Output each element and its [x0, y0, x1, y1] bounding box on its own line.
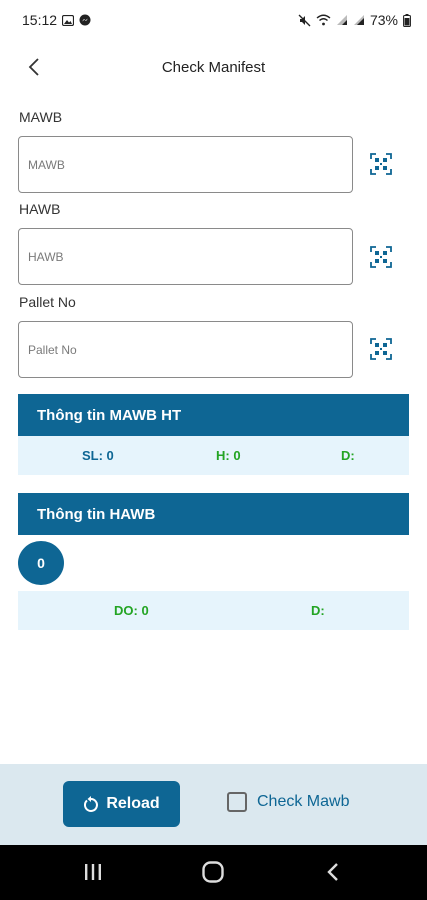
mawb-h-count: H: 0 [216, 448, 241, 463]
mawb-input-box [18, 136, 353, 193]
qr-scan-icon [370, 246, 392, 268]
hawb-count-value: 0 [37, 555, 45, 571]
pallet-input-box [18, 321, 353, 378]
mawb-d-value: D: [341, 448, 355, 463]
qr-scan-icon [370, 338, 392, 360]
chevron-left-icon [28, 58, 39, 76]
mawb-label: MAWB [19, 109, 63, 125]
mute-icon [298, 14, 311, 27]
mawb-info-header: Thông tin MAWB HT [18, 394, 409, 436]
status-left: 15:12 [22, 12, 91, 28]
pallet-label: Pallet No [19, 294, 76, 310]
hawb-info-header: Thông tin HAWB [18, 493, 409, 535]
signal-icon-2 [353, 14, 365, 26]
check-mawb-toggle[interactable]: Check Mawb [227, 792, 349, 812]
mawb-info-title: Thông tin MAWB HT [37, 406, 182, 424]
hawb-count-badge: 0 [18, 541, 64, 585]
status-bar: 15:12 73% [0, 0, 427, 40]
hawb-info-title: Thông tin HAWB [37, 505, 156, 523]
qr-scan-icon [370, 153, 392, 175]
system-nav-bar [0, 845, 427, 900]
hawb-info-row: DO: 0 D: [18, 591, 409, 630]
pallet-input[interactable] [28, 342, 352, 357]
app-bar: Check Manifest [0, 44, 427, 90]
reload-button[interactable]: Reload [63, 781, 180, 827]
gallery-icon [62, 14, 75, 26]
signal-icon [336, 14, 348, 26]
status-right: 73% [298, 12, 411, 28]
check-mawb-checkbox[interactable] [227, 792, 247, 812]
hawb-scan-button[interactable] [369, 245, 393, 269]
home-icon [202, 861, 224, 883]
mawb-sl-count: SL: 0 [82, 448, 114, 463]
back-nav-button[interactable] [321, 857, 345, 887]
hawb-input-box [18, 228, 353, 285]
back-button[interactable] [22, 54, 46, 80]
battery-percent: 73% [369, 12, 398, 28]
recent-apps-icon [85, 864, 101, 880]
status-time: 15:12 [22, 12, 58, 28]
battery-icon [403, 13, 411, 27]
mawb-scan-button[interactable] [369, 152, 393, 176]
bottom-action-bar: Reload Check Mawb [0, 764, 427, 845]
hawb-input[interactable] [28, 249, 352, 264]
check-mawb-label: Check Mawb [257, 793, 350, 810]
reload-label: Reload [106, 795, 160, 812]
reload-icon [84, 795, 99, 812]
wifi-icon [316, 14, 331, 26]
back-arrow-icon [327, 863, 338, 881]
hawb-do-count: DO: 0 [114, 603, 149, 618]
mawb-info-row: SL: 0 H: 0 D: [18, 436, 409, 475]
messenger-icon [79, 14, 91, 26]
hawb-label: HAWB [19, 201, 61, 217]
screen: 15:12 73% Check Manifest MAWB MAWB HAWB … [0, 0, 427, 900]
recent-apps-button[interactable] [81, 857, 105, 887]
pallet-scan-button[interactable] [369, 337, 393, 361]
home-button[interactable] [199, 857, 227, 887]
mawb-input[interactable] [28, 157, 352, 172]
hawb-d-value: D: [311, 603, 325, 618]
page-title: Check Manifest [161, 58, 266, 76]
